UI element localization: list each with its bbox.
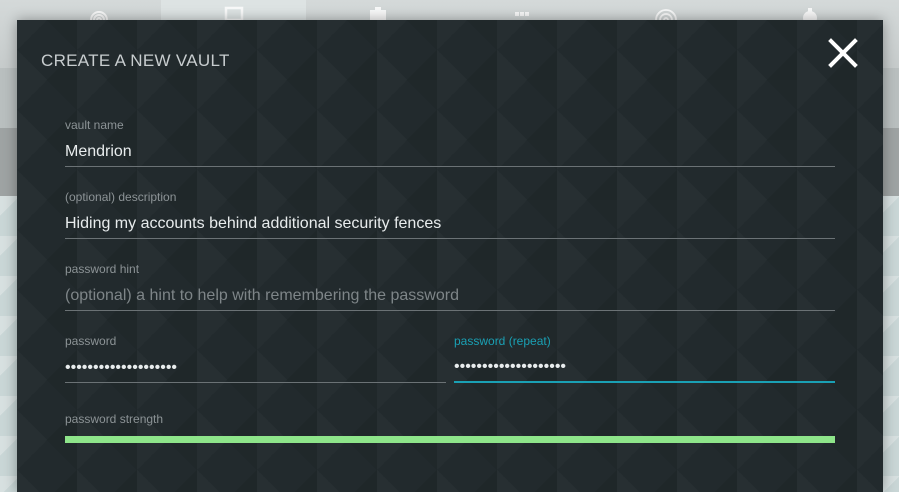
gear-icon[interactable]	[797, 6, 823, 25]
password-hint-field: password hint	[65, 262, 835, 311]
wifi-icon[interactable]	[653, 6, 679, 21]
password-repeat-label: password (repeat)	[454, 334, 551, 348]
grid-icon[interactable]	[509, 6, 535, 20]
close-icon	[828, 38, 858, 68]
password-strength-meter	[65, 436, 835, 443]
password-repeat-input[interactable]	[454, 353, 835, 383]
create-vault-dialog: CREATE A NEW VAULT vault name (optional)…	[17, 20, 883, 492]
dialog-title: CREATE A NEW VAULT	[41, 51, 230, 70]
password-input[interactable]	[65, 353, 446, 383]
vault-name-label: vault name	[65, 118, 124, 132]
user-card-icon[interactable]	[365, 6, 391, 20]
close-button[interactable]	[825, 35, 861, 71]
document-icon[interactable]	[221, 6, 247, 22]
vault-name-input[interactable]	[65, 137, 835, 167]
password-field: password	[65, 334, 446, 383]
password-strength-fill	[65, 436, 835, 443]
password-hint-input[interactable]	[65, 281, 835, 311]
password-repeat-field: password (repeat)	[454, 334, 835, 383]
vault-name-field: vault name	[65, 118, 835, 167]
description-label: (optional) description	[65, 190, 177, 204]
password-label: password	[65, 334, 117, 348]
password-hint-label: password hint	[65, 262, 140, 276]
fingerprint-icon[interactable]	[86, 6, 112, 21]
description-input[interactable]	[65, 209, 835, 239]
description-field: (optional) description	[65, 190, 835, 239]
password-strength-label: password strength	[65, 412, 164, 426]
